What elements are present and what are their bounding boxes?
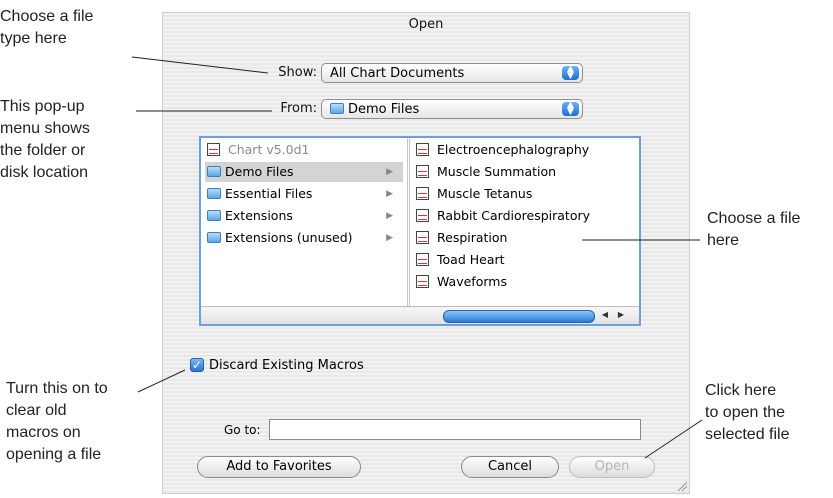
annotation-line: This pop-up bbox=[0, 98, 85, 115]
list-item[interactable]: Muscle Summation bbox=[414, 162, 635, 182]
list-item-label: Muscle Summation bbox=[437, 164, 557, 179]
horizontal-scrollbar[interactable]: ◀ ▶ bbox=[201, 306, 639, 324]
list-item-label: Muscle Tetanus bbox=[437, 186, 533, 201]
goto-label: Go to: bbox=[224, 423, 261, 437]
chart-document-icon bbox=[416, 253, 429, 266]
open-button[interactable]: Open bbox=[569, 456, 655, 478]
annotation-line: menu shows bbox=[0, 120, 90, 137]
annotation-line: selected file bbox=[705, 426, 790, 443]
list-item[interactable]: Respiration bbox=[414, 228, 635, 248]
annotation-choose-file-type: Choose a file type here bbox=[0, 6, 93, 50]
list-item[interactable]: Demo Files ▶ bbox=[205, 162, 403, 182]
annotation-line: macros on bbox=[6, 424, 81, 441]
list-item[interactable]: Toad Heart bbox=[414, 250, 635, 270]
list-item-label: Toad Heart bbox=[437, 252, 505, 267]
popup-arrows-icon: ▲ ▼ bbox=[562, 101, 579, 117]
annotation-discard-macros: Turn this on to clear old macros on open… bbox=[6, 378, 108, 466]
annotation-choose-file: Choose a file here bbox=[707, 208, 800, 252]
list-item-label: Electroencephalography bbox=[437, 142, 590, 157]
list-item[interactable]: Muscle Tetanus bbox=[414, 184, 635, 204]
list-item-label: Demo Files bbox=[225, 164, 294, 179]
add-to-favorites-button[interactable]: Add to Favorites bbox=[197, 456, 361, 478]
chart-document-icon bbox=[416, 165, 429, 178]
annotation-line: Click here bbox=[705, 382, 777, 399]
from-popup[interactable]: Demo Files ▲ ▼ bbox=[321, 99, 583, 119]
annotation-line: disk location bbox=[0, 164, 89, 181]
annotation-line: Turn this on to bbox=[6, 380, 108, 397]
discard-macros-label: Discard Existing Macros bbox=[209, 358, 364, 373]
disclosure-arrow-icon: ▶ bbox=[386, 189, 393, 199]
annotation-line: clear old bbox=[6, 402, 67, 419]
annotation-line: to open the bbox=[705, 404, 786, 421]
folder-icon bbox=[207, 188, 221, 199]
show-popup[interactable]: All Chart Documents ▲ ▼ bbox=[321, 63, 583, 83]
disclosure-arrow-icon: ▶ bbox=[386, 211, 393, 221]
dialog-title: Open bbox=[408, 17, 444, 32]
list-item[interactable]: Extensions (unused) ▶ bbox=[205, 228, 403, 248]
list-item-label: Respiration bbox=[437, 230, 508, 245]
chart-document-icon bbox=[416, 231, 429, 244]
file-browser[interactable]: Chart v5.0d1 Demo Files ▶ Essential File… bbox=[199, 136, 641, 326]
browser-column-1: Chart v5.0d1 Demo Files ▶ Essential File… bbox=[201, 138, 408, 306]
folder-icon bbox=[207, 232, 221, 243]
list-item-label: Essential Files bbox=[225, 186, 313, 201]
browser-column-2: Electroencephalography Muscle Summation … bbox=[409, 138, 639, 306]
annotation-line: the folder or bbox=[0, 142, 86, 159]
app-icon bbox=[207, 143, 220, 156]
resize-grip-icon[interactable] bbox=[677, 481, 687, 491]
list-item-label: Rabbit Cardiorespiratory bbox=[437, 208, 591, 223]
folder-icon bbox=[207, 210, 221, 221]
annotation-line: type here bbox=[0, 30, 67, 47]
disclosure-arrow-icon: ▶ bbox=[386, 167, 393, 177]
from-label: From: bbox=[280, 101, 317, 116]
disclosure-arrow-icon: ▶ bbox=[386, 233, 393, 243]
goto-input[interactable] bbox=[269, 419, 641, 440]
chart-document-icon bbox=[416, 275, 429, 288]
list-item-label: Extensions bbox=[225, 208, 293, 223]
list-item[interactable]: Extensions ▶ bbox=[205, 206, 403, 226]
list-item[interactable]: Chart v5.0d1 bbox=[205, 140, 403, 160]
from-popup-value: Demo Files bbox=[348, 102, 420, 117]
annotation-open-button: Click here to open the selected file bbox=[705, 380, 790, 446]
annotation-line: here bbox=[707, 232, 740, 249]
cancel-button[interactable]: Cancel bbox=[461, 456, 559, 478]
show-popup-value: All Chart Documents bbox=[330, 66, 465, 81]
list-item-label: Waveforms bbox=[437, 274, 507, 289]
popup-arrows-icon: ▲ ▼ bbox=[562, 65, 579, 81]
annotation-folder-popup: This pop-up menu shows the folder or dis… bbox=[0, 96, 90, 184]
scroll-right-icon[interactable]: ▶ bbox=[615, 309, 627, 321]
list-item-label: Extensions (unused) bbox=[225, 230, 353, 245]
list-item[interactable]: Waveforms bbox=[414, 272, 635, 292]
scroll-left-icon[interactable]: ◀ bbox=[599, 309, 611, 321]
folder-icon bbox=[330, 103, 344, 114]
folder-icon bbox=[207, 166, 221, 177]
list-item[interactable]: Rabbit Cardiorespiratory bbox=[414, 206, 635, 226]
chart-document-icon bbox=[416, 209, 429, 222]
discard-macros-checkbox[interactable]: ✓ bbox=[190, 358, 204, 372]
annotation-line: opening a file bbox=[6, 446, 102, 463]
annotation-line: Choose a file bbox=[707, 210, 801, 227]
scrollbar-thumb[interactable] bbox=[443, 310, 595, 323]
list-item-label: Chart v5.0d1 bbox=[228, 142, 310, 157]
open-dialog: Open Show: All Chart Documents ▲ ▼ From: … bbox=[162, 12, 690, 494]
chart-document-icon bbox=[416, 187, 429, 200]
annotation-line: Choose a file bbox=[0, 8, 94, 25]
chart-document-icon bbox=[416, 143, 429, 156]
list-item[interactable]: Essential Files ▶ bbox=[205, 184, 403, 204]
show-label: Show: bbox=[278, 65, 317, 80]
list-item[interactable]: Electroencephalography bbox=[414, 140, 635, 160]
